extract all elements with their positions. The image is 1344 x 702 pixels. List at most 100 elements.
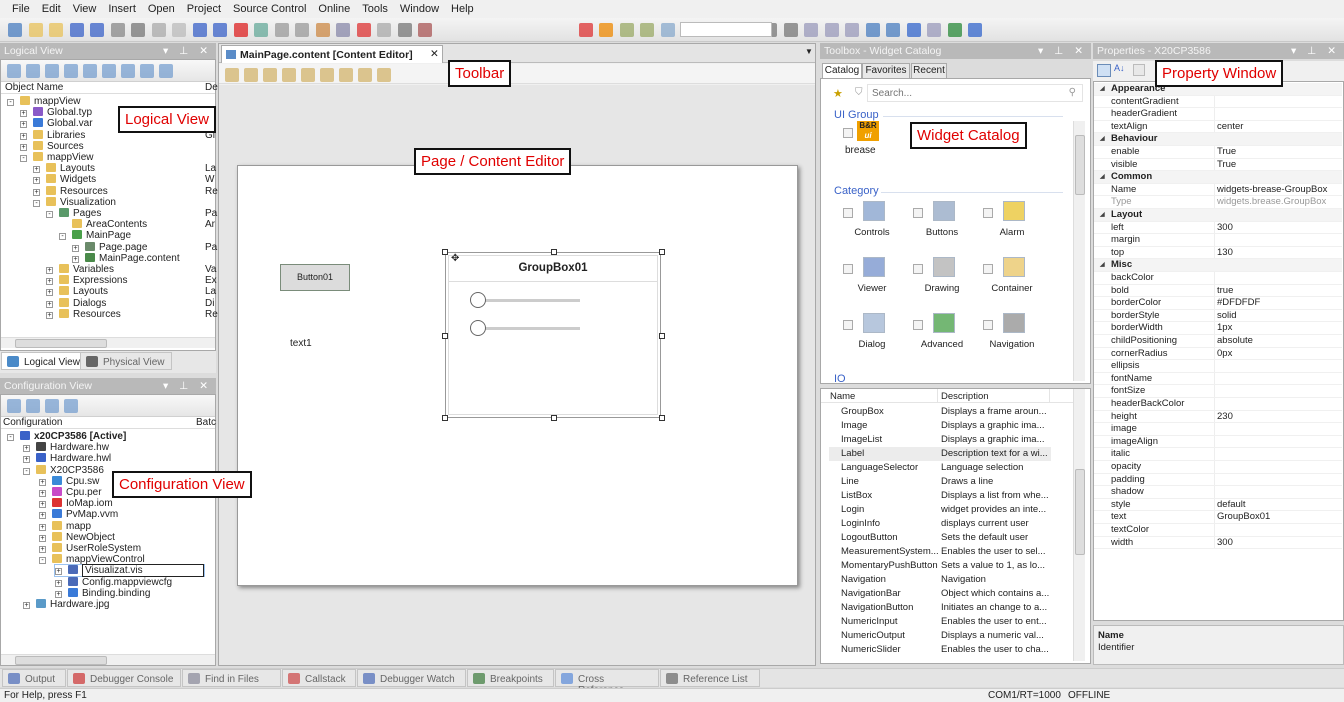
tree-item[interactable]: + Global.var — [20, 118, 93, 129]
menu-edit[interactable]: Edit — [36, 0, 67, 18]
widget-list-item[interactable]: Label Description text for a wi... — [829, 447, 1051, 461]
toolbar-button-icon[interactable] — [69, 23, 84, 37]
checkbox[interactable] — [843, 264, 853, 274]
toolbar-button-icon[interactable] — [225, 68, 239, 82]
panel-controls[interactable]: ▾ ⊥ ✕ — [163, 380, 212, 392]
search-field[interactable] — [868, 85, 1048, 102]
tab-mainpage-content[interactable]: MainPage.content [Content Editor] ✕ — [221, 45, 443, 63]
tab-reference-list[interactable]: Reference List — [660, 669, 760, 687]
tree-item[interactable]: + Binding.binding — [55, 587, 150, 599]
widget-list-item[interactable]: MeasurementSystem... Enables the user to … — [829, 545, 1051, 559]
widget-list-scrollbar[interactable] — [1073, 389, 1085, 661]
panel-controls[interactable]: ▾ ⊥ ✕ — [163, 45, 212, 57]
toolbar-button-icon[interactable] — [26, 64, 40, 78]
tree-item[interactable]: + Widgets — [33, 174, 96, 185]
collapse-icon[interactable]: - — [7, 434, 14, 441]
expand-icon[interactable]: + — [20, 121, 27, 129]
property-row[interactable]: italic — [1094, 448, 1342, 461]
property-value[interactable]: center — [1217, 121, 1243, 134]
tree-item[interactable]: - MainPage — [59, 230, 131, 241]
widget-list-item[interactable]: ImageList Displays a graphic ima... — [829, 433, 1051, 447]
property-row[interactable]: shadow — [1094, 486, 1342, 499]
resize-handle[interactable] — [659, 249, 665, 255]
property-row[interactable]: enable True — [1094, 146, 1342, 159]
resize-handle[interactable] — [551, 249, 557, 255]
tab-catalog[interactable]: Catalog — [822, 63, 862, 78]
tree-item[interactable]: + Dialogs — [46, 297, 106, 309]
toolbar-button-icon[interactable] — [824, 23, 839, 37]
property-row[interactable]: height 230 — [1094, 410, 1342, 424]
tree-item[interactable]: + Resources — [46, 308, 121, 320]
toolbar-button-icon[interactable] — [377, 68, 391, 82]
tab-find-in-files[interactable]: Find in Files — [182, 669, 281, 687]
toolbar-button-icon[interactable] — [28, 23, 43, 37]
toolbar-button-icon[interactable] — [64, 399, 78, 413]
expand-icon[interactable]: + — [39, 523, 46, 531]
expand-icon[interactable]: + — [55, 590, 62, 598]
toolbar-button-icon[interactable] — [90, 23, 104, 37]
tree-item[interactable]: + Hardware.hw — [23, 442, 109, 453]
category-navigation[interactable]: Navigation — [979, 313, 1045, 353]
menu-view[interactable]: View — [67, 0, 103, 18]
expand-icon[interactable]: + — [20, 110, 27, 118]
menu-window[interactable]: Window — [394, 0, 445, 18]
slider-2-track[interactable] — [474, 327, 580, 330]
property-row[interactable]: width 300 — [1094, 536, 1342, 550]
column-name[interactable]: Name — [830, 391, 855, 402]
checkbox[interactable] — [913, 320, 923, 330]
property-value[interactable]: widgets-brease-GroupBox — [1217, 184, 1327, 197]
toolbar-button-icon[interactable] — [282, 68, 296, 82]
toolbar-button-icon[interactable] — [110, 23, 125, 37]
toolbar-button-icon[interactable] — [254, 23, 268, 37]
slider-1-thumb[interactable] — [470, 292, 486, 308]
toolbar-button-icon[interactable] — [640, 23, 654, 37]
property-row[interactable]: contentGradient — [1094, 95, 1342, 109]
toolbar-button-icon[interactable] — [274, 23, 289, 37]
property-row[interactable]: imageAlign — [1094, 435, 1342, 449]
collapse-icon[interactable]: - — [20, 155, 27, 162]
expand-icon[interactable]: + — [46, 278, 53, 286]
page-area[interactable]: Button01 text1 GroupBox01 ✥ — [237, 165, 798, 586]
expand-icon[interactable]: + — [39, 478, 46, 486]
expand-icon[interactable]: + — [20, 132, 27, 140]
tree-item[interactable]: - mappView — [20, 152, 94, 163]
checkbox[interactable] — [913, 208, 923, 218]
toolbar-button-icon[interactable] — [599, 23, 613, 37]
tree-item[interactable]: + Config.mappviewcfg — [55, 576, 172, 588]
toolbar-button-icon[interactable] — [45, 399, 59, 413]
toolbar-combo[interactable] — [680, 22, 772, 37]
toolbar-button-icon[interactable] — [102, 64, 116, 78]
tree-item[interactable]: + Layouts — [46, 286, 108, 297]
collapse-icon[interactable]: - — [7, 99, 14, 106]
tree-item[interactable]: AreaContents — [59, 219, 147, 230]
widget-list-item[interactable]: Login widget provides an inte... — [829, 503, 1051, 517]
widget-list-item[interactable]: NavigationButton Initiates an change to a… — [829, 601, 1051, 615]
tree-item[interactable]: + Libraries — [20, 129, 85, 141]
property-value[interactable]: #DFDFDF — [1217, 297, 1260, 310]
toolbar-button-icon[interactable] — [968, 23, 982, 37]
menu-project[interactable]: Project — [181, 0, 227, 18]
alphabetical-sort-icon[interactable]: A↓ — [1114, 63, 1125, 73]
category-buttons[interactable]: Buttons — [909, 201, 975, 241]
expand-icon[interactable]: + — [33, 166, 40, 174]
property-row[interactable]: text GroupBox01 — [1094, 511, 1342, 524]
widget-list-item[interactable]: LanguageSelector Language selection — [829, 461, 1051, 475]
close-tab-icon[interactable]: ✕ — [430, 48, 439, 60]
horizontal-scrollbar[interactable] — [1, 337, 215, 348]
property-category[interactable]: Misc — [1094, 259, 1342, 272]
property-value[interactable]: true — [1217, 285, 1233, 298]
property-row[interactable]: opacity — [1094, 461, 1342, 474]
property-value[interactable]: GroupBox01 — [1217, 511, 1270, 524]
toolbar-button-icon[interactable] — [7, 64, 21, 78]
menu-file[interactable]: File — [6, 0, 36, 18]
widget-list-item[interactable]: MomentaryPushButton Sets a value to 1, as… — [829, 559, 1051, 573]
property-row[interactable]: borderColor #DFDFDF — [1094, 297, 1342, 310]
expand-icon[interactable]: + — [72, 244, 79, 252]
toolbar-button-icon[interactable] — [131, 23, 145, 37]
tab-logical-view[interactable]: Logical View — [1, 352, 87, 370]
categorized-view-icon[interactable] — [1097, 64, 1111, 77]
tree-item[interactable]: + Cpu.per — [39, 487, 102, 498]
toolbar-button-icon[interactable] — [578, 23, 593, 37]
widget-list-item[interactable]: Image Displays a graphic ima... — [829, 419, 1051, 433]
toolbar-button-icon[interactable] — [397, 23, 412, 37]
